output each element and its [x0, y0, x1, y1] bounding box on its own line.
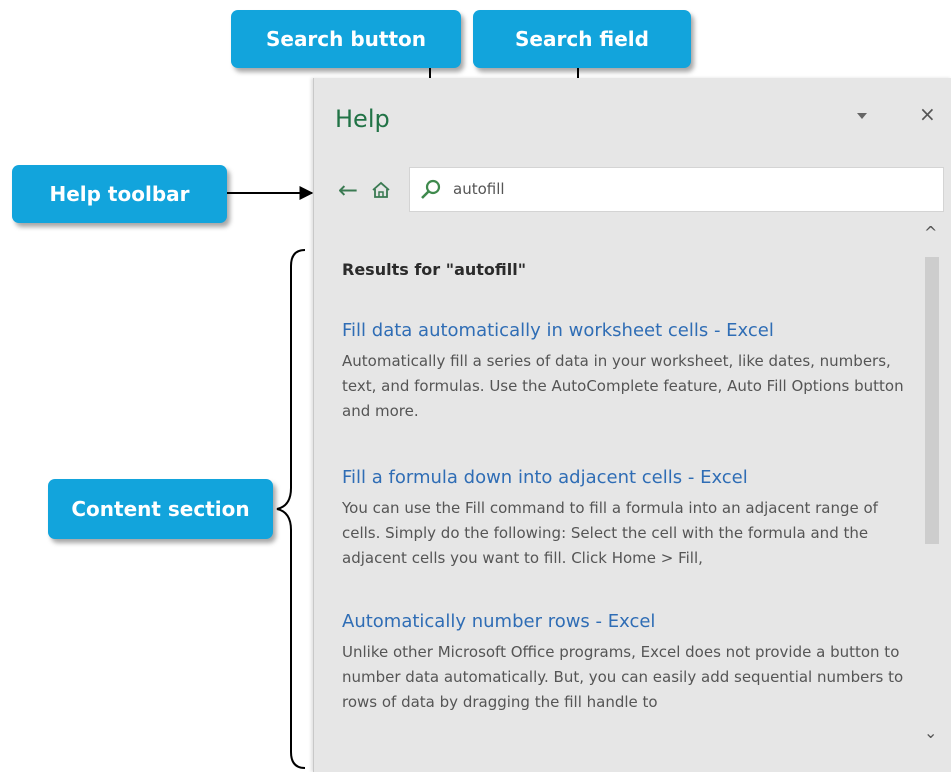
- callout-content-section: Content section: [48, 479, 273, 539]
- list-item: Automatically number rows - Excel Unlike…: [342, 611, 912, 715]
- result-link[interactable]: Automatically number rows - Excel: [342, 611, 912, 632]
- list-item: Fill a formula down into adjacent cells …: [342, 467, 912, 571]
- result-description: You can use the Fill command to fill a f…: [342, 499, 878, 567]
- pane-title: Help: [335, 105, 390, 133]
- back-arrow-icon[interactable]: ←: [338, 178, 358, 202]
- scroll-up-icon[interactable]: ^: [924, 223, 937, 242]
- close-icon[interactable]: ×: [919, 102, 936, 126]
- result-link[interactable]: Fill data automatically in worksheet cel…: [342, 320, 912, 341]
- scroll-thumb[interactable]: [925, 257, 939, 544]
- result-description: Automatically fill a series of data in y…: [342, 352, 904, 420]
- search-input-value[interactable]: autofill: [453, 180, 505, 198]
- callout-help-toolbar: Help toolbar: [12, 165, 227, 223]
- pane-options-dropdown-icon[interactable]: [857, 113, 867, 119]
- search-icon[interactable]: [419, 178, 443, 207]
- content-brace: [276, 249, 306, 769]
- help-pane: Help × ← autofill Results for "autofill"…: [313, 78, 951, 772]
- search-input[interactable]: autofill: [409, 167, 944, 212]
- content-section: Results for "autofill" Fill data automat…: [314, 238, 920, 768]
- callout-search-button: Search button: [231, 10, 461, 68]
- home-icon[interactable]: [371, 181, 391, 204]
- result-link[interactable]: Fill a formula down into adjacent cells …: [342, 467, 912, 488]
- callout-search-field: Search field: [473, 10, 691, 68]
- list-item: Fill data automatically in worksheet cel…: [342, 320, 912, 424]
- scrollbar[interactable]: ^ ⌄: [920, 221, 944, 748]
- scroll-down-icon[interactable]: ⌄: [924, 723, 937, 742]
- results-heading: Results for "autofill": [342, 260, 527, 279]
- result-description: Unlike other Microsoft Office programs, …: [342, 643, 904, 711]
